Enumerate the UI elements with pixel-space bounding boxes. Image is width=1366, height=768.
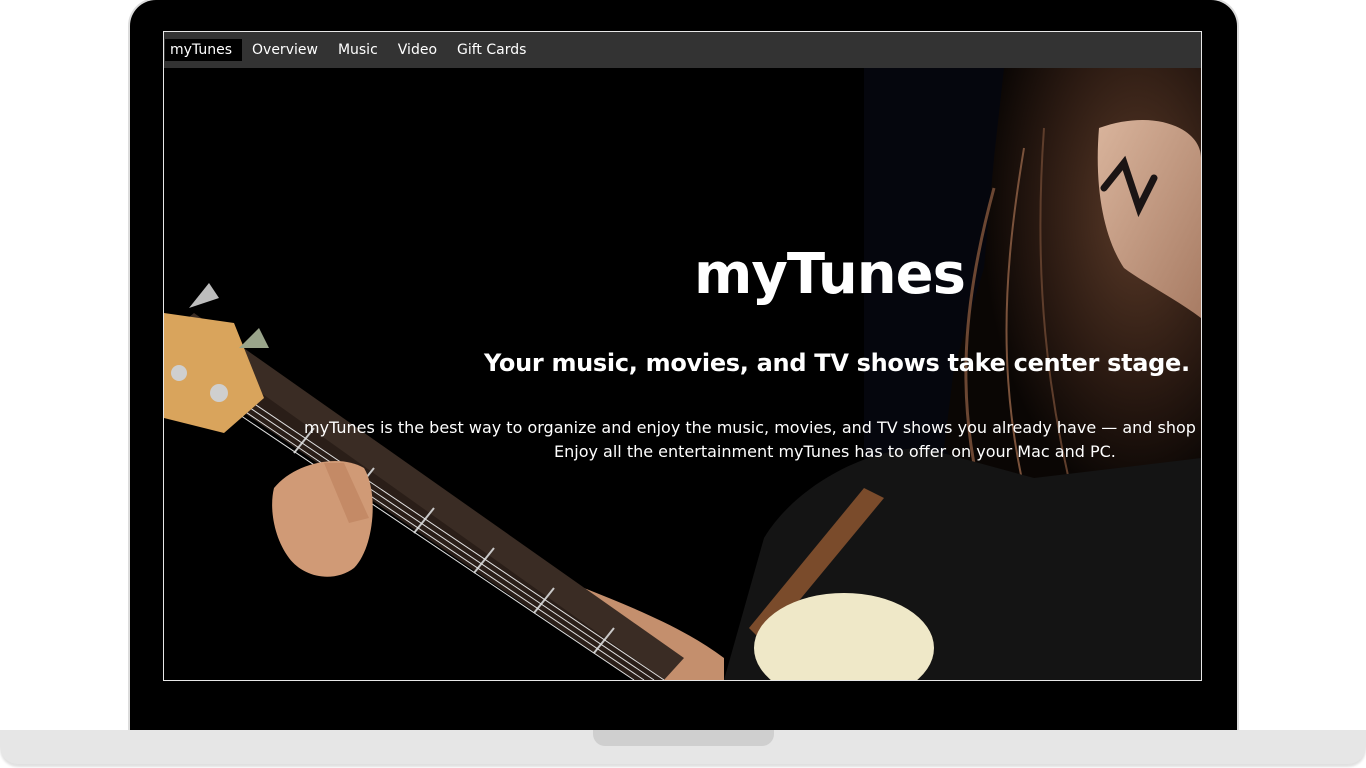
nav-item-video[interactable]: Video (388, 39, 447, 61)
hero-subtitle: Your music, movies, and TV shows take ce… (484, 349, 1190, 377)
nav-item-mytunes[interactable]: myTunes (165, 39, 243, 61)
hero-description-line2: Enjoy all the entertainment myTunes has … (554, 442, 1116, 461)
hero-description-line1: myTunes is the best way to organize and … (304, 418, 1201, 437)
hero-section: myTunes Your music, movies, and TV shows… (164, 68, 1201, 680)
laptop-base (0, 730, 1366, 764)
top-navbar: myTunes Overview Music Video Gift Cards (164, 32, 1201, 68)
nav-item-overview[interactable]: Overview (242, 39, 328, 61)
nav-item-music[interactable]: Music (328, 39, 388, 61)
browser-screen: myTunes Overview Music Video Gift Cards (163, 31, 1202, 681)
nav-item-gift-cards[interactable]: Gift Cards (447, 39, 536, 61)
laptop-notch (593, 730, 774, 746)
hero-description: myTunes is the best way to organize and … (304, 416, 1201, 464)
hero-title: myTunes (694, 242, 966, 307)
